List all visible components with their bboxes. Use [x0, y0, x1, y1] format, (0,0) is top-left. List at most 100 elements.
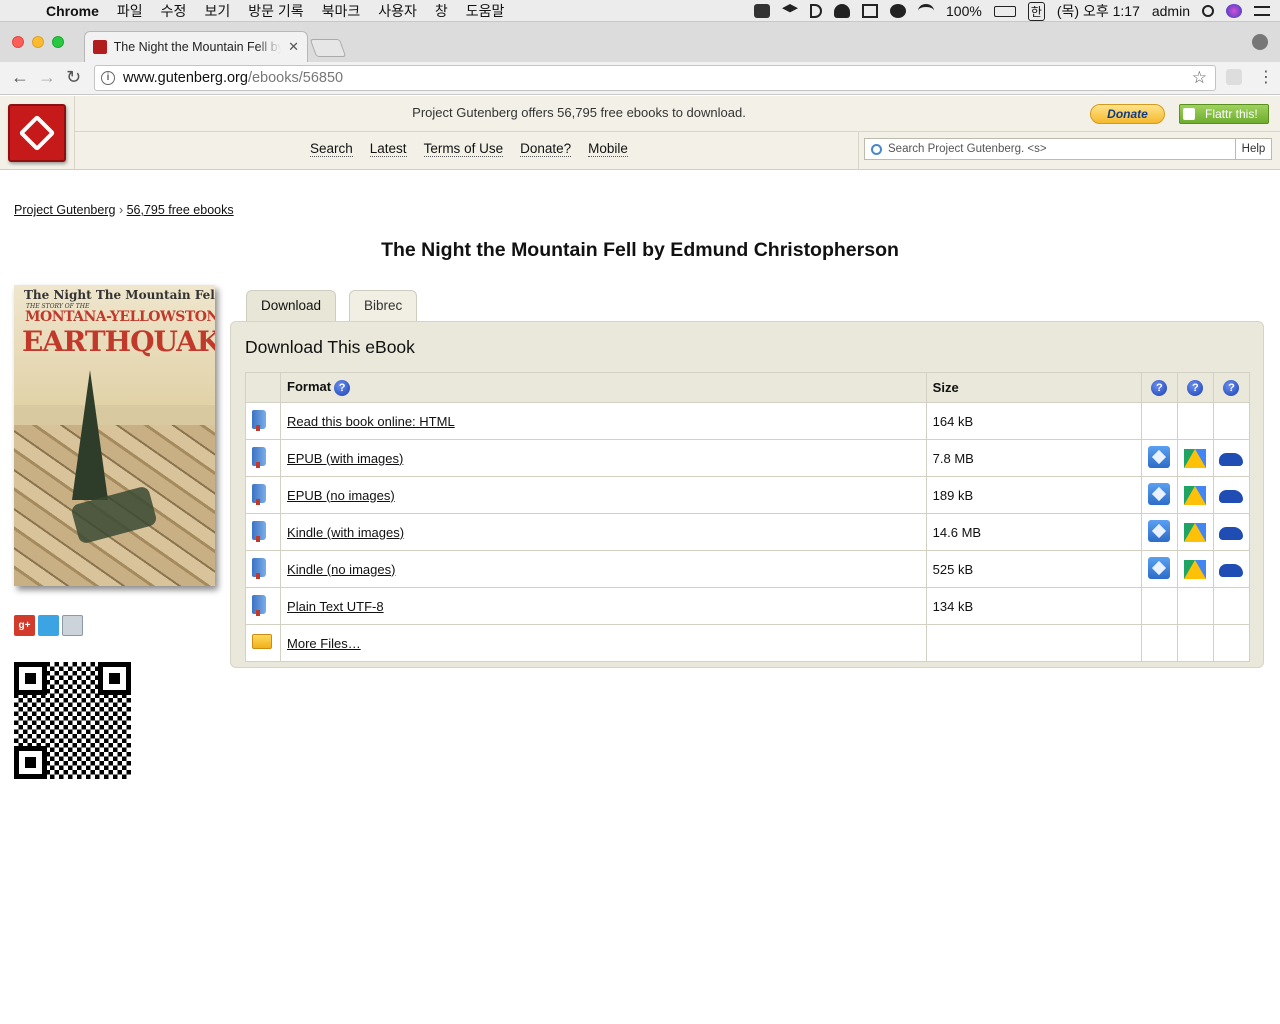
notification-center-icon[interactable] — [1254, 6, 1270, 16]
dropbox-icon[interactable] — [1148, 556, 1171, 579]
status-tray: 100% 한 (목) 오후 1:17 admin — [754, 0, 1270, 22]
header-icon-cell — [244, 372, 282, 403]
twitter-icon[interactable] — [38, 615, 59, 636]
onedrive-icon[interactable] — [1219, 489, 1244, 503]
bookmark-star-icon[interactable]: ☆ — [1192, 68, 1207, 88]
menu-history[interactable]: 방문 기록 — [239, 1, 312, 21]
input-source-indicator[interactable]: 한 — [1027, 1, 1045, 21]
back-arrow-icon[interactable]: ← — [11, 67, 29, 88]
menu-bookmarks[interactable]: 북마크 — [313, 1, 370, 21]
google-drive-icon[interactable] — [1184, 448, 1207, 468]
breadcrumb-home-link[interactable]: Project Gutenberg — [14, 203, 115, 217]
donate-button[interactable]: Donate — [1090, 104, 1165, 124]
tab-bibrec[interactable]: Bibrec — [349, 290, 418, 322]
new-tab-button[interactable] — [309, 39, 347, 57]
format-link[interactable]: Kindle (with images) — [287, 525, 404, 540]
help-button[interactable]: Help — [1235, 138, 1272, 160]
nav-search-link[interactable]: Search — [310, 141, 353, 157]
cloud-cell — [1140, 513, 1178, 551]
profile-icon[interactable] — [1252, 34, 1268, 50]
pg-search-input[interactable]: Search Project Gutenberg. <s> — [864, 138, 1236, 160]
gdrive-help-icon[interactable]: ? — [1187, 379, 1204, 396]
format-link[interactable]: EPUB (with images) — [287, 451, 403, 466]
menu-help[interactable]: 도움말 — [457, 1, 514, 21]
close-window-button[interactable] — [12, 36, 24, 48]
menu-view[interactable]: 보기 — [195, 1, 239, 21]
pg-nav: Search Latest Terms of Use Donate? Mobil… — [310, 141, 628, 157]
flattr-label: Flattr this! — [1205, 107, 1258, 121]
cover-tree — [72, 370, 108, 500]
maximize-window-button[interactable] — [52, 36, 64, 48]
nav-donate-link[interactable]: Donate? — [520, 141, 572, 157]
book-icon — [252, 558, 266, 579]
cloud-cell — [1212, 624, 1251, 662]
d-tray-icon[interactable] — [810, 4, 822, 18]
forward-arrow-icon[interactable]: → — [38, 67, 56, 88]
format-link[interactable]: Kindle (no images) — [287, 562, 395, 577]
google-drive-icon[interactable] — [1184, 485, 1207, 505]
wifi-icon[interactable] — [918, 4, 934, 18]
search-placeholder: Search Project Gutenberg. <s> — [888, 143, 1047, 155]
dropbox-icon[interactable] — [1148, 519, 1171, 542]
clock[interactable]: (목) 오후 1:17 — [1057, 1, 1140, 21]
battery-icon[interactable] — [993, 5, 1016, 17]
nav-mobile-link[interactable]: Mobile — [588, 141, 628, 157]
google-drive-icon[interactable] — [1184, 522, 1207, 542]
reload-icon[interactable]: ↻ — [66, 67, 81, 88]
address-bar[interactable]: i www.gutenberg.org/ebooks/56850 ☆ — [94, 65, 1216, 91]
cloud-cell — [1176, 587, 1214, 625]
format-help-icon[interactable]: ? — [334, 379, 351, 396]
book-icon — [252, 484, 266, 505]
onedrive-icon[interactable] — [1219, 563, 1244, 577]
menu-window[interactable]: 창 — [426, 1, 457, 21]
nav-terms-link[interactable]: Terms of Use — [423, 141, 504, 157]
format-cell: EPUB (with images) — [280, 439, 927, 477]
window-tray-icon[interactable] — [862, 4, 878, 18]
extension-icon[interactable] — [1226, 69, 1242, 85]
cloud-cell — [1176, 624, 1214, 662]
google-plus-icon[interactable]: g+ — [14, 615, 35, 636]
tray-app-icon[interactable] — [754, 4, 770, 18]
chat-tray-icon[interactable] — [890, 4, 906, 18]
print-icon[interactable] — [62, 615, 83, 636]
site-info-icon[interactable]: i — [101, 71, 115, 85]
minimize-window-button[interactable] — [32, 36, 44, 48]
dropbox-help-icon[interactable]: ? — [1151, 379, 1168, 396]
browser-tab-active[interactable]: The Night the Mountain Fell by Edmund Ch… — [84, 31, 308, 62]
cloud-cell — [1176, 402, 1214, 440]
cloud-cell — [1140, 439, 1178, 477]
spotlight-search-icon[interactable] — [1202, 5, 1214, 17]
size-cell: 14.6 MB — [925, 513, 1142, 551]
format-link[interactable]: Plain Text UTF-8 — [287, 599, 384, 614]
user-name[interactable]: admin — [1152, 3, 1190, 19]
size-cell: 189 kB — [925, 476, 1142, 514]
cloud-cell — [1176, 513, 1214, 551]
dropbox-icon[interactable] — [1148, 445, 1171, 468]
chrome-menu-icon[interactable]: ⋮ — [1258, 67, 1274, 87]
onedrive-icon[interactable] — [1219, 452, 1244, 466]
cloud-cell — [1176, 476, 1214, 514]
cloud-tray-icon[interactable] — [834, 4, 850, 18]
format-link[interactable]: Read this book online: HTML — [287, 414, 455, 429]
format-link[interactable]: EPUB (no images) — [287, 488, 395, 503]
project-gutenberg-logo[interactable] — [8, 104, 66, 162]
breadcrumb-ebooks-link[interactable]: 56,795 free ebooks — [127, 203, 234, 217]
dropbox-icon[interactable] — [1148, 482, 1171, 505]
menu-people[interactable]: 사용자 — [369, 1, 426, 21]
onedrive-help-icon[interactable]: ? — [1223, 379, 1240, 396]
menu-file[interactable]: 파일 — [108, 1, 152, 21]
book-icon — [252, 521, 266, 542]
search-divider — [858, 131, 859, 170]
format-link[interactable]: More Files… — [287, 636, 361, 651]
row-icon-cell — [244, 550, 282, 588]
tab-download[interactable]: Download — [246, 290, 337, 322]
siri-icon[interactable] — [1226, 4, 1242, 18]
nav-latest-link[interactable]: Latest — [369, 141, 407, 157]
dropbox-tray-icon[interactable] — [782, 4, 798, 13]
flattr-button[interactable]: Flattr this! — [1179, 104, 1269, 124]
menu-app-name[interactable]: Chrome — [38, 3, 108, 19]
close-tab-icon[interactable]: ✕ — [288, 39, 299, 55]
onedrive-icon[interactable] — [1219, 526, 1244, 540]
google-drive-icon[interactable] — [1184, 559, 1207, 579]
menu-edit[interactable]: 수정 — [152, 1, 196, 21]
